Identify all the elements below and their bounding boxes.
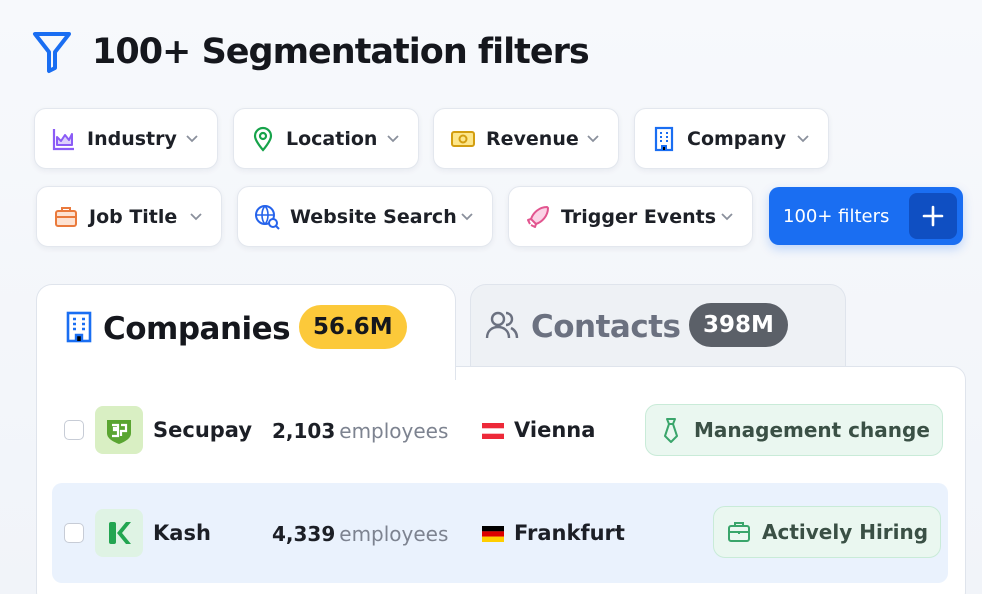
more-filters-label: 100+ filters [783, 205, 890, 227]
building-icon [651, 126, 677, 152]
row-checkbox[interactable] [64, 420, 84, 440]
header: 100+ Segmentation filters [32, 30, 590, 74]
filter-label: Website Search [290, 205, 457, 228]
table-row[interactable]: Secupay 2,103 employees Vienna Management… [52, 380, 948, 480]
chevron-down-icon [186, 135, 198, 143]
money-icon [450, 126, 476, 152]
chevron-down-icon [587, 135, 599, 143]
chevron-down-icon [387, 135, 399, 143]
filter-label: Trigger Events [561, 205, 716, 228]
chevron-down-icon [797, 135, 809, 143]
contacts-count-badge: 398M [689, 303, 788, 347]
chart-icon [51, 126, 77, 152]
filter-trigger-events[interactable]: Trigger Events [508, 186, 753, 247]
city-name: Vienna [514, 418, 596, 442]
filter-website-search[interactable]: Website Search [237, 186, 493, 247]
germany-flag-icon [482, 526, 504, 542]
company-name: Secupay [153, 418, 253, 442]
event-badge: Actively Hiring [713, 506, 942, 558]
globe-search-icon [254, 204, 280, 230]
table-row[interactable]: Kash 4,339 employees Frankfurt Actively H… [52, 483, 948, 583]
employee-count: 2,103 employees [272, 419, 449, 443]
chevron-down-icon [721, 213, 733, 221]
event-badge: Management change [645, 404, 943, 456]
row-checkbox[interactable] [64, 523, 84, 543]
funnel-icon [33, 32, 71, 73]
page-title: 100+ Segmentation filters [92, 32, 590, 72]
event-label: Actively Hiring [762, 520, 929, 544]
filter-label: Location [286, 127, 378, 150]
company-name: Kash [153, 521, 211, 545]
filter-revenue[interactable]: Revenue [433, 108, 619, 169]
employee-count: 4,339 employees [272, 522, 449, 546]
tab-contacts-label: Contacts [531, 309, 681, 345]
pin-icon [250, 126, 276, 152]
filter-company[interactable]: Company [634, 108, 829, 169]
filter-job-title[interactable]: Job Title [36, 186, 222, 247]
company-logo [95, 509, 143, 557]
filter-industry[interactable]: Industry [34, 108, 218, 169]
chevron-down-icon [190, 213, 202, 221]
more-filters-button[interactable]: 100+ filters [769, 187, 963, 245]
plus-icon [909, 193, 957, 239]
filter-location[interactable]: Location [233, 108, 419, 169]
city-name: Frankfurt [514, 521, 625, 545]
building-icon [66, 311, 92, 343]
filter-label: Company [687, 127, 787, 150]
tab-contacts[interactable]: Contacts 398M [470, 284, 846, 366]
companies-count-badge: 56.6M [299, 305, 407, 349]
tab-companies-label: Companies [103, 311, 291, 347]
tie-icon [664, 418, 678, 443]
briefcase-icon [728, 522, 750, 542]
filter-label: Industry [87, 127, 177, 150]
rocket-icon [525, 204, 551, 230]
briefcase-icon [53, 204, 79, 230]
event-label: Management change [694, 418, 930, 442]
chevron-down-icon [461, 213, 473, 221]
filter-label: Job Title [89, 205, 178, 228]
company-logo [95, 406, 143, 454]
filter-label: Revenue [486, 127, 579, 150]
tab-companies[interactable]: Companies 56.6M [36, 284, 456, 380]
austria-flag-icon [482, 423, 504, 439]
users-icon [485, 311, 519, 339]
